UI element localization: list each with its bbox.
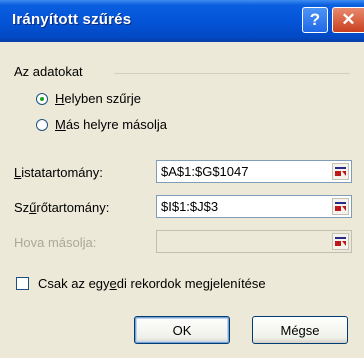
cancel-button[interactable]: Mégse [252, 316, 348, 344]
unique-records-label: Csak az egyedi rekordok megjelenítése [38, 276, 266, 291]
list-range-label: Listatartomány: [14, 165, 103, 180]
close-icon[interactable]: ✕ [332, 7, 364, 33]
list-range-value: $A$1:$G$1047 [161, 164, 249, 179]
list-range-input[interactable]: $A$1:$G$1047 [156, 160, 352, 183]
copy-to-location-radio-option[interactable]: Más helyre másolja [36, 117, 167, 132]
group-divider [114, 73, 350, 74]
range-collapse-icon[interactable] [332, 198, 349, 215]
title-bar: Irányított szűrés ? ✕ [0, 0, 364, 42]
criteria-range-value: $I$1:$J$3 [161, 199, 219, 214]
copy-to-location-label: Más helyre másolja [55, 117, 167, 132]
range-collapse-icon [332, 233, 349, 250]
criteria-range-input[interactable]: $I$1:$J$3 [156, 195, 352, 218]
help-icon[interactable]: ? [302, 7, 328, 33]
filter-in-place-label: Helyben szűrje [55, 91, 141, 106]
criteria-range-label: Szűrőtartomány: [14, 200, 110, 215]
filter-in-place-radio-option[interactable]: Helyben szűrje [36, 91, 141, 106]
unique-records-checkbox[interactable] [16, 277, 29, 290]
copy-to-input [156, 230, 352, 253]
ok-button[interactable]: OK [134, 316, 230, 344]
action-group-label: Az adatokat [14, 64, 83, 79]
unique-records-option[interactable]: Csak az egyedi rekordok megjelenítése [16, 276, 266, 291]
dialog-title: Irányított szűrés [12, 11, 132, 28]
copy-to-location-radio[interactable] [36, 118, 48, 131]
filter-in-place-radio[interactable] [36, 92, 48, 105]
copy-to-label: Hova másolja: [14, 235, 97, 250]
range-collapse-icon[interactable] [332, 163, 349, 180]
